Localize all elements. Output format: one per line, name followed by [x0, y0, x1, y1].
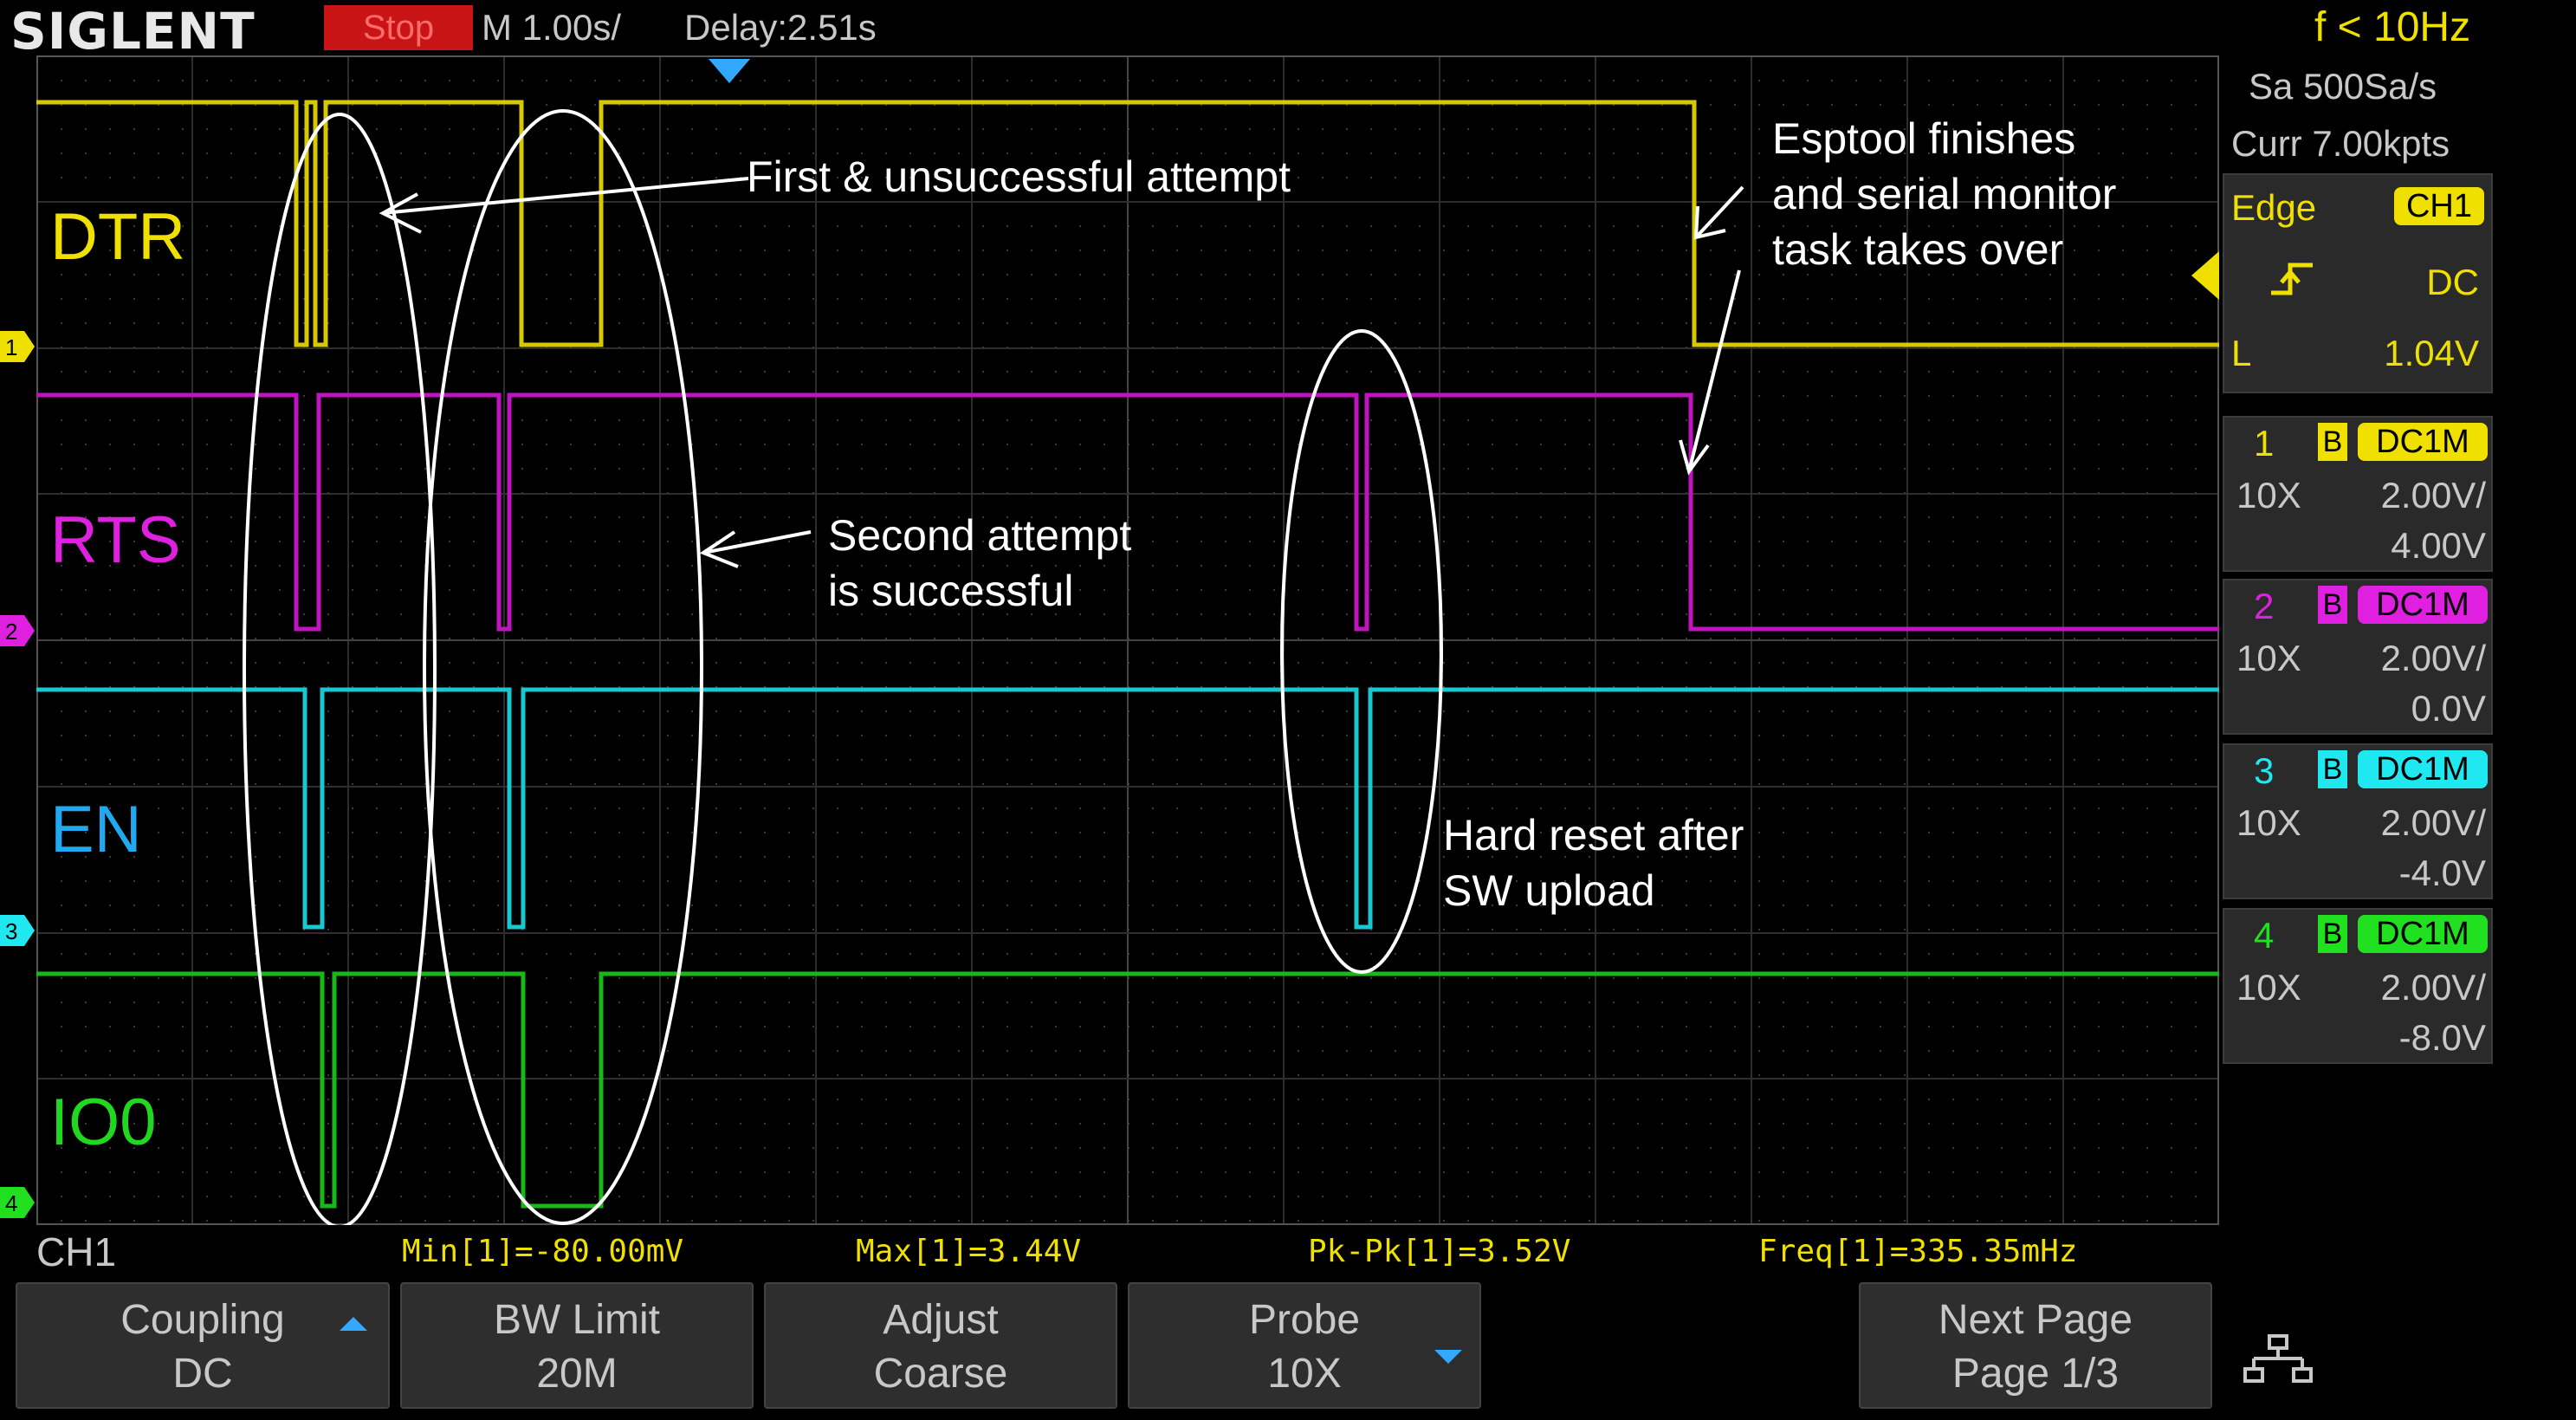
channel-number: 3 [2254, 750, 2275, 791]
softkey-adjust[interactable]: Adjust Coarse [764, 1282, 1117, 1409]
bw-limit-badge: B [2318, 915, 2347, 953]
note-second-attempt-1: Second attempt [828, 511, 1132, 560]
sample-rate-readout: Sa 500Sa/s [2249, 66, 2437, 107]
svg-text:1: 1 [5, 334, 17, 360]
channel-4-panel[interactable]: 4 B DC1M 10X 2.00V/ -8.0V [2223, 908, 2493, 1064]
timebase-readout[interactable]: M 1.00s/ [482, 7, 621, 49]
trigger-level-value: 1.04V [2384, 333, 2479, 373]
trigger-settings-panel[interactable]: Edge CH1 DC L 1.04V [2223, 173, 2493, 393]
channel-2-panel[interactable]: 2 B DC1M 10X 2.00V/ 0.0V [2223, 579, 2493, 735]
probe-attenuation: 10X [2236, 638, 2301, 678]
svg-text:2: 2 [5, 619, 17, 645]
ch1-ground-marker-icon[interactable]: 1 [0, 331, 35, 362]
note-esptool-3: task takes over [1772, 225, 2064, 274]
vertical-offset: 4.00V [2391, 525, 2486, 566]
measurement-freq: Freq[1]=335.35mHz [1758, 1234, 2078, 1269]
vertical-offset: 0.0V [2411, 688, 2486, 729]
note-hard-reset-1: Hard reset after [1443, 811, 1744, 859]
coupling-badge: DC1M [2358, 586, 2488, 624]
bw-limit-badge: B [2318, 423, 2347, 461]
trigger-frequency-readout: f < 10Hz [2314, 4, 2471, 50]
softkey-value: 20M [536, 1351, 618, 1397]
softkey-bw-limit[interactable]: BW Limit 20M [400, 1282, 754, 1409]
coupling-badge: DC1M [2358, 915, 2488, 953]
delay-readout[interactable]: Delay:2.51s [684, 7, 877, 49]
vertical-scale: 2.00V/ [2380, 638, 2486, 678]
measurement-min: Min[1]=-80.00mV [402, 1234, 684, 1269]
measurement-max: Max[1]=3.44V [856, 1234, 1082, 1269]
coupling-badge: DC1M [2358, 750, 2488, 788]
note-esptool-2: and serial monitor [1772, 170, 2117, 218]
vertical-offset: -8.0V [2398, 1017, 2486, 1058]
probe-attenuation: 10X [2236, 475, 2301, 515]
rising-edge-icon [2268, 258, 2320, 302]
ch2-ground-marker-icon[interactable]: 2 [0, 615, 35, 646]
coupling-badge: DC1M [2358, 423, 2488, 461]
channel-3-panel[interactable]: 3 B DC1M 10X 2.00V/ -4.0V [2223, 743, 2493, 899]
run-stop-button[interactable]: Stop [324, 5, 473, 50]
trigger-level-label: L [2231, 333, 2252, 373]
probe-attenuation: 10X [2236, 802, 2301, 843]
memory-depth-readout: Curr 7.00kpts [2231, 123, 2450, 164]
bw-limit-badge: B [2318, 750, 2347, 788]
signal-label-dtr: DTR [50, 200, 186, 274]
note-second-attempt-2: is successful [828, 567, 1074, 615]
softkey-coupling[interactable]: Coupling DC [16, 1282, 390, 1409]
trigger-level-marker-icon[interactable] [2191, 251, 2219, 300]
softkey-title: BW Limit [494, 1297, 660, 1343]
softkey-value: Page 1/3 [1951, 1351, 2120, 1397]
arrow-up-icon [340, 1317, 367, 1331]
vertical-offset: -4.0V [2398, 853, 2486, 893]
softkey-title: Next Page [1938, 1297, 2133, 1343]
note-hard-reset-2: SW upload [1443, 866, 1655, 915]
ch3-ground-marker-icon[interactable]: 3 [0, 915, 35, 946]
probe-attenuation: 10X [2236, 967, 2301, 1008]
arrow-down-icon [1434, 1350, 1462, 1364]
note-first-attempt: First & unsuccessful attempt [747, 152, 1291, 201]
svg-text:3: 3 [5, 918, 17, 944]
network-icon [2243, 1334, 2313, 1386]
channel-number: 2 [2254, 586, 2275, 626]
softkey-title: Coupling [120, 1297, 285, 1343]
softkey-value: 10X [1267, 1351, 1342, 1397]
vertical-scale: 2.00V/ [2380, 475, 2486, 515]
channel-number: 1 [2254, 423, 2275, 464]
trigger-source-badge: CH1 [2394, 187, 2484, 225]
softkey-probe[interactable]: Probe 10X [1128, 1282, 1481, 1409]
vertical-scale: 2.00V/ [2380, 967, 2486, 1008]
softkey-next-page[interactable]: Next Page Page 1/3 [1859, 1282, 2212, 1409]
trigger-coupling: DC [2426, 262, 2479, 302]
svg-text:4: 4 [5, 1190, 17, 1216]
signal-label-io0: IO0 [50, 1086, 157, 1159]
ch4-ground-marker-icon[interactable]: 4 [0, 1187, 35, 1218]
channel-number: 4 [2254, 915, 2275, 956]
softkey-value: DC [172, 1351, 233, 1397]
softkey-title: Adjust [883, 1297, 999, 1343]
signal-label-en: EN [50, 793, 142, 866]
vertical-scale: 2.00V/ [2380, 802, 2486, 843]
note-esptool-1: Esptool finishes [1772, 114, 2076, 163]
softkey-value: Coarse [873, 1351, 1008, 1397]
active-channel-label: CH1 [36, 1229, 117, 1274]
softkey-title: Probe [1248, 1297, 1361, 1343]
channel-1-panel[interactable]: 1 B DC1M 10X 2.00V/ 4.00V [2223, 416, 2493, 572]
brand-logo: SIGLENT [10, 2, 256, 61]
measurement-pkpk: Pk-Pk[1]=3.52V [1308, 1234, 1571, 1269]
trigger-type: Edge [2231, 187, 2317, 228]
signal-label-rts: RTS [50, 503, 181, 577]
bw-limit-badge: B [2318, 586, 2347, 624]
